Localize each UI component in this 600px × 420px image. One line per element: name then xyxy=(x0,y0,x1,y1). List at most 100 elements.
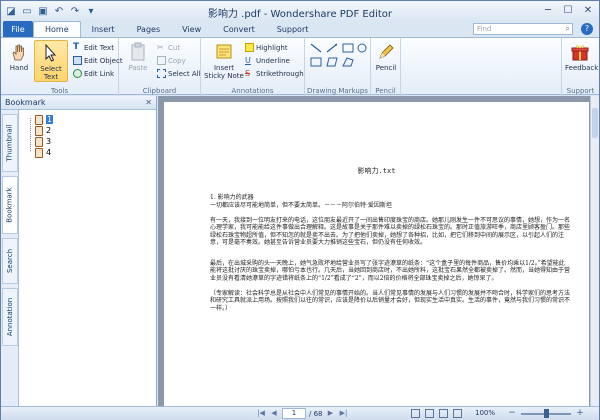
pencil-icon xyxy=(379,44,394,59)
bookmark-panel: Bookmark ✕ Thumbnail Bookmark Search Ann… xyxy=(1,96,157,406)
tab-insert[interactable]: Insert xyxy=(81,21,126,37)
facing-view-icon[interactable] xyxy=(439,409,448,418)
bookmark-label: 2 xyxy=(46,126,52,135)
edit-object-label: Edit Object xyxy=(84,56,123,65)
highlight-icon xyxy=(245,43,254,52)
rectangle-shape-icon[interactable] xyxy=(342,43,354,53)
zoom-in-icon[interactable]: + xyxy=(575,408,585,419)
line-shape-icon[interactable] xyxy=(310,43,322,53)
document-viewport[interactable]: 影响力.txt 1. 影响力的武器 一切都应该尽可能地简单，但不要太简单。－－－… xyxy=(158,96,599,406)
prev-page-icon[interactable]: ◀ xyxy=(269,408,279,419)
page-navigation: |◀ ◀ 1 / 68 ▶ ▶| xyxy=(256,408,349,419)
edit-object-icon xyxy=(73,56,82,65)
side-tabs: Thumbnail Bookmark Search Annotation xyxy=(1,110,19,406)
pencil-label: Pencil xyxy=(375,64,397,72)
undo-icon[interactable]: ↶ xyxy=(52,4,66,18)
tab-file[interactable]: File xyxy=(3,21,33,37)
fit-page-icon[interactable] xyxy=(453,409,462,418)
search-icon[interactable]: ⌕ xyxy=(566,24,570,34)
highlight-label: Highlight xyxy=(256,43,288,52)
select-all-icon xyxy=(157,69,166,78)
doc-heading: 1. 影响力的武器 xyxy=(210,194,254,201)
open-folder-icon[interactable]: ▭ xyxy=(20,4,34,18)
quick-access-toolbar: ◪ ▭ ▣ ↶ ↷ ▾ xyxy=(4,4,98,18)
bookmark-doc-icon xyxy=(35,114,43,125)
help-icon[interactable]: ? xyxy=(581,23,593,35)
group-pencil: Pencil Pencil xyxy=(371,38,401,96)
tab-annotation[interactable]: Annotation xyxy=(2,288,18,346)
edit-text-button[interactable]: T Edit Text xyxy=(73,42,114,53)
save-icon[interactable]: ▣ xyxy=(36,4,50,18)
tab-pages[interactable]: Pages xyxy=(126,21,172,37)
vertical-scrollbar[interactable] xyxy=(590,96,599,406)
underline-button[interactable]: U Underline xyxy=(245,55,290,66)
copy-button[interactable]: Copy xyxy=(157,55,186,66)
polygon-shape-icon[interactable] xyxy=(342,57,354,67)
first-page-icon[interactable]: |◀ xyxy=(256,408,266,419)
find-input[interactable]: Find ⌕ xyxy=(473,23,573,35)
close-icon[interactable]: ✕ xyxy=(579,3,597,18)
highlight-button[interactable]: Highlight xyxy=(245,42,288,53)
last-page-icon[interactable]: ▶| xyxy=(339,408,349,419)
cut-button[interactable]: ✂ Cut xyxy=(157,42,180,53)
cloud-shape-icon[interactable] xyxy=(326,57,338,67)
tab-home[interactable]: Home xyxy=(33,21,81,37)
tab-convert[interactable]: Convert xyxy=(212,21,266,37)
next-page-icon[interactable]: ▶ xyxy=(326,408,336,419)
arrow-shape-icon[interactable] xyxy=(326,43,338,53)
bookmark-doc-icon xyxy=(35,147,43,158)
page-number-input[interactable]: 1 xyxy=(282,408,306,419)
cut-label: Cut xyxy=(168,43,181,52)
paste-button[interactable]: Paste xyxy=(123,40,153,82)
pencil-button[interactable]: Pencil xyxy=(371,40,401,82)
tab-bookmark-label: Bookmark xyxy=(6,187,14,223)
zoom-slider-thumb[interactable] xyxy=(544,409,549,418)
square-shape-icon[interactable] xyxy=(310,57,322,67)
edit-link-label: Edit Link xyxy=(84,69,115,78)
doc-paragraph: 有一天，我接到一位明友打来的电话，这位朋友最近开了一间出售印度珠宝的商店。她那儿… xyxy=(210,217,571,247)
scrollbar-thumb[interactable] xyxy=(592,108,598,138)
edit-object-button[interactable]: Edit Object xyxy=(73,55,123,66)
select-all-button[interactable]: Select All xyxy=(157,68,201,79)
minimize-icon[interactable]: ─ xyxy=(539,3,557,18)
bookmark-label: 1 xyxy=(46,115,54,124)
edit-text-label: Edit Text xyxy=(84,43,114,52)
copy-label: Copy xyxy=(168,56,186,65)
circle-shape-icon[interactable] xyxy=(357,43,367,53)
ribbon-tabs: File Home Insert Pages View Convert Supp… xyxy=(1,21,599,37)
qat-dropdown-icon[interactable]: ▾ xyxy=(84,4,98,18)
tab-view[interactable]: View xyxy=(171,21,212,37)
panel-close-icon[interactable]: ✕ xyxy=(145,96,152,109)
hand-button[interactable]: Hand xyxy=(4,40,34,82)
insert-sticky-note-button[interactable]: Insert Sticky Note xyxy=(203,40,245,82)
zoom-level[interactable]: 100% xyxy=(475,408,495,419)
feedback-button[interactable]: Feedback xyxy=(565,40,598,82)
group-annotations: Insert Sticky Note Highlight U Underline… xyxy=(201,38,305,96)
app-logo-icon[interactable]: ◪ xyxy=(4,4,18,18)
edit-link-icon xyxy=(73,69,82,78)
tab-bookmark[interactable]: Bookmark xyxy=(2,176,18,234)
tab-support[interactable]: Support xyxy=(266,21,320,37)
document-title: 影响力.txt xyxy=(357,167,396,175)
doc-paragraph: 最后，在出城采购的头一天晚上，她气急败坏地给营业员写了张字迹潦草的纸条：“这个盒… xyxy=(210,260,571,282)
group-tools: Hand Select Text T Edit Text Edit Object… xyxy=(1,38,123,96)
tab-search[interactable]: Search xyxy=(2,238,18,284)
edit-link-button[interactable]: Edit Link xyxy=(73,68,114,79)
gift-icon xyxy=(571,45,589,61)
drawing-shapes-gallery[interactable] xyxy=(309,42,367,70)
find-placeholder: Find xyxy=(477,25,492,33)
pdf-page[interactable]: 影响力.txt 1. 影响力的武器 一切都应该尽可能地简单，但不要太简单。－－－… xyxy=(164,102,589,406)
group-clipboard: Paste ✂ Cut Copy Select All Clipboard xyxy=(119,38,201,96)
ribbon: Hand Select Text T Edit Text Edit Object… xyxy=(1,37,599,96)
select-text-button[interactable]: Select Text xyxy=(34,40,68,82)
single-page-view-icon[interactable] xyxy=(411,409,420,418)
strikethrough-button[interactable]: S Strikethrough xyxy=(245,68,304,79)
maximize-icon[interactable]: ☐ xyxy=(559,3,577,18)
tab-annotation-label: Annotation xyxy=(6,297,15,337)
select-all-label: Select All xyxy=(168,69,201,78)
underline-icon: U xyxy=(245,56,251,65)
tab-thumbnail[interactable]: Thumbnail xyxy=(2,114,18,172)
continuous-view-icon[interactable] xyxy=(425,409,434,418)
redo-icon[interactable]: ↷ xyxy=(68,4,82,18)
zoom-out-icon[interactable]: − xyxy=(507,408,517,419)
